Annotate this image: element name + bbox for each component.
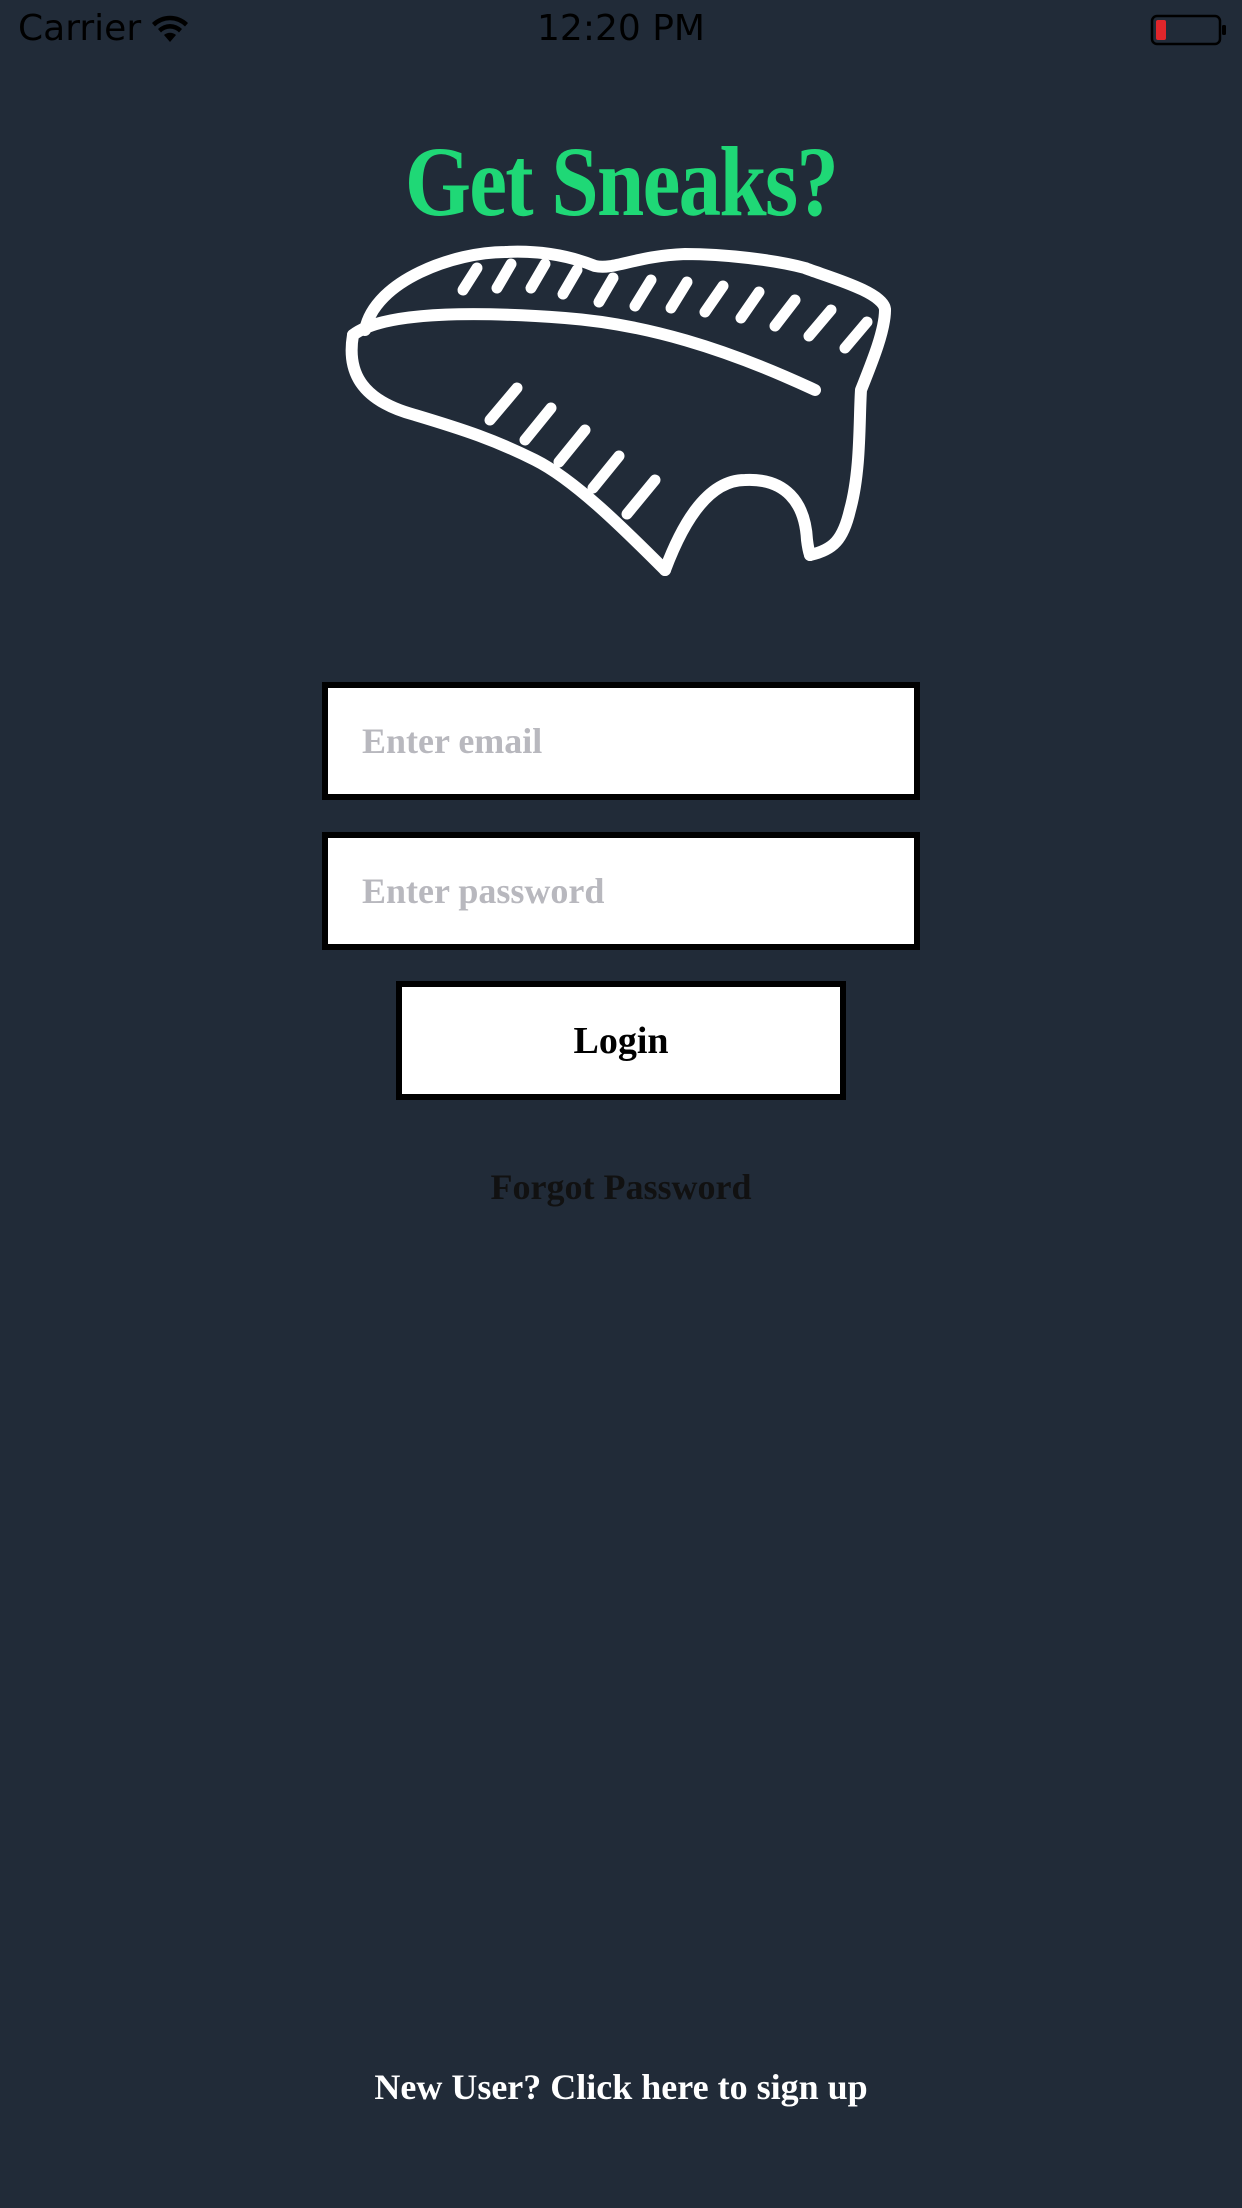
password-field[interactable] <box>322 832 920 950</box>
signup-link[interactable]: New User? Click here to sign up <box>0 2066 1242 2108</box>
battery-low-icon <box>1150 14 1226 46</box>
email-field[interactable] <box>322 682 920 800</box>
email-input[interactable] <box>328 688 914 794</box>
password-input[interactable] <box>328 838 914 944</box>
forgot-password-link[interactable]: Forgot Password <box>0 1166 1242 1208</box>
status-time: 12:20 PM <box>537 8 705 49</box>
login-button[interactable]: Login <box>396 981 846 1100</box>
sneaker-icon <box>345 245 891 576</box>
status-bar: Carrier 12:20 PM <box>0 0 1242 60</box>
app-title: Get Sneaks? <box>404 126 839 237</box>
